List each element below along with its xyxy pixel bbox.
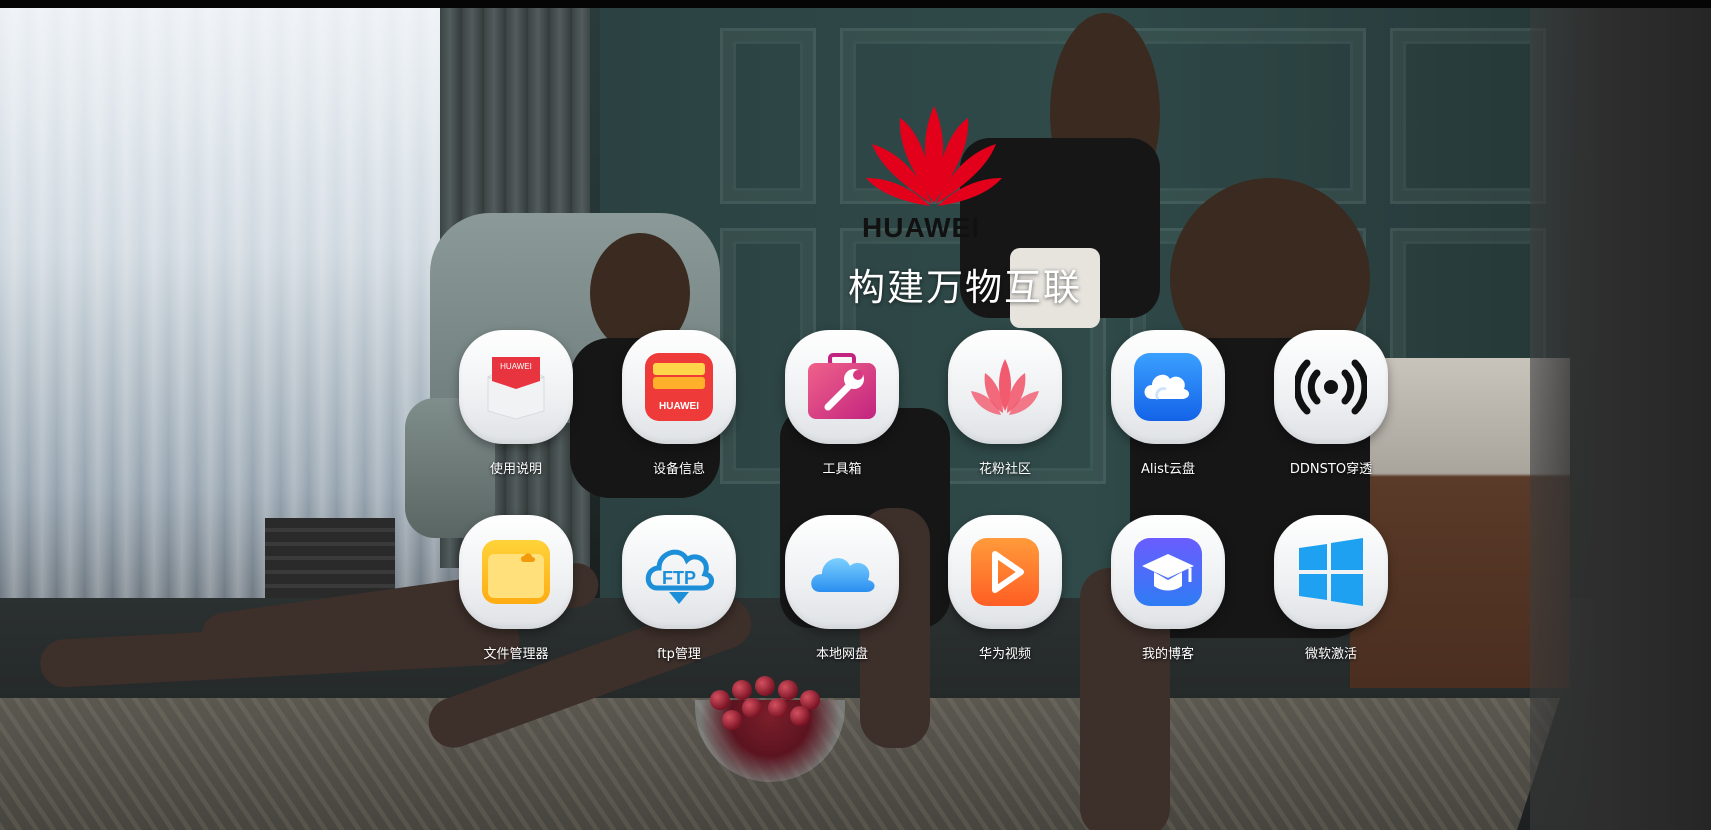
app-tile[interactable] bbox=[1111, 515, 1225, 629]
app-label: Alist云盘 bbox=[1141, 462, 1195, 477]
alist-cloud-icon bbox=[1134, 353, 1202, 421]
app-tile[interactable] bbox=[785, 330, 899, 444]
app-tile[interactable]: HUAWEI bbox=[459, 330, 573, 444]
app-toolbox[interactable]: 工具箱 bbox=[763, 330, 903, 480]
app-tile[interactable] bbox=[785, 515, 899, 629]
app-windows-activate[interactable]: 微软激活 bbox=[1252, 515, 1392, 665]
app-ddnsto[interactable]: DDNSTO穿透 bbox=[1252, 330, 1392, 480]
app-tile[interactable]: HUAWEI bbox=[622, 330, 736, 444]
app-blog[interactable]: 我的博客 bbox=[1089, 515, 1229, 665]
svg-text:FTP: FTP bbox=[662, 568, 696, 588]
app-tile[interactable]: FTP bbox=[622, 515, 736, 629]
video-play-icon bbox=[971, 538, 1039, 606]
svg-text:HUAWEI: HUAWEI bbox=[659, 401, 699, 412]
app-file-manager[interactable]: 文件管理器 bbox=[437, 515, 577, 665]
app-tile[interactable] bbox=[948, 330, 1062, 444]
app-label: 文件管理器 bbox=[483, 647, 549, 662]
app-label: 我的博客 bbox=[1141, 647, 1194, 662]
app-alist[interactable]: Alist云盘 bbox=[1089, 330, 1229, 480]
app-label: ftp管理 bbox=[657, 647, 701, 662]
manual-icon: HUAWEI bbox=[487, 357, 545, 420]
app-tile[interactable] bbox=[459, 515, 573, 629]
app-tile[interactable] bbox=[1274, 515, 1388, 629]
app-tile[interactable] bbox=[1111, 330, 1225, 444]
app-label: DDNSTO穿透 bbox=[1289, 462, 1373, 477]
windows-logo-icon bbox=[1299, 538, 1363, 606]
top-bar bbox=[0, 0, 1711, 8]
app-device-info[interactable]: HUAWEI 设备信息 bbox=[600, 330, 740, 480]
app-ftp[interactable]: FTP ftp管理 bbox=[600, 515, 740, 665]
app-tile[interactable] bbox=[1274, 330, 1388, 444]
svg-text:HUAWEI: HUAWEI bbox=[500, 362, 532, 371]
app-tile[interactable] bbox=[948, 515, 1062, 629]
app-label: 微软激活 bbox=[1304, 647, 1357, 662]
app-label: 华为视频 bbox=[978, 647, 1031, 662]
app-grid: HUAWEI 使用说明 HUAWEI 设备信息 工具箱 花粉社区 Alist云盘… bbox=[0, 0, 1711, 830]
toolbox-icon bbox=[808, 353, 876, 419]
broadcast-icon bbox=[1295, 359, 1367, 415]
app-community[interactable]: 花粉社区 bbox=[926, 330, 1066, 480]
app-label: 使用说明 bbox=[489, 462, 542, 477]
app-label: 工具箱 bbox=[822, 462, 862, 477]
ftp-cloud-icon: FTP bbox=[645, 549, 714, 604]
app-local-drive[interactable]: 本地网盘 bbox=[763, 515, 903, 665]
app-huawei-video[interactable]: 华为视频 bbox=[926, 515, 1066, 665]
app-label: 本地网盘 bbox=[815, 647, 868, 662]
device-info-icon: HUAWEI bbox=[645, 353, 713, 421]
icloud-icon bbox=[811, 558, 875, 592]
app-label: 花粉社区 bbox=[978, 462, 1031, 477]
graduation-cap-icon bbox=[1134, 538, 1202, 606]
lotus-community-icon bbox=[971, 359, 1039, 415]
app-label: 设备信息 bbox=[652, 462, 705, 477]
app-manual[interactable]: HUAWEI 使用说明 bbox=[437, 330, 577, 480]
folder-icon bbox=[482, 540, 550, 604]
